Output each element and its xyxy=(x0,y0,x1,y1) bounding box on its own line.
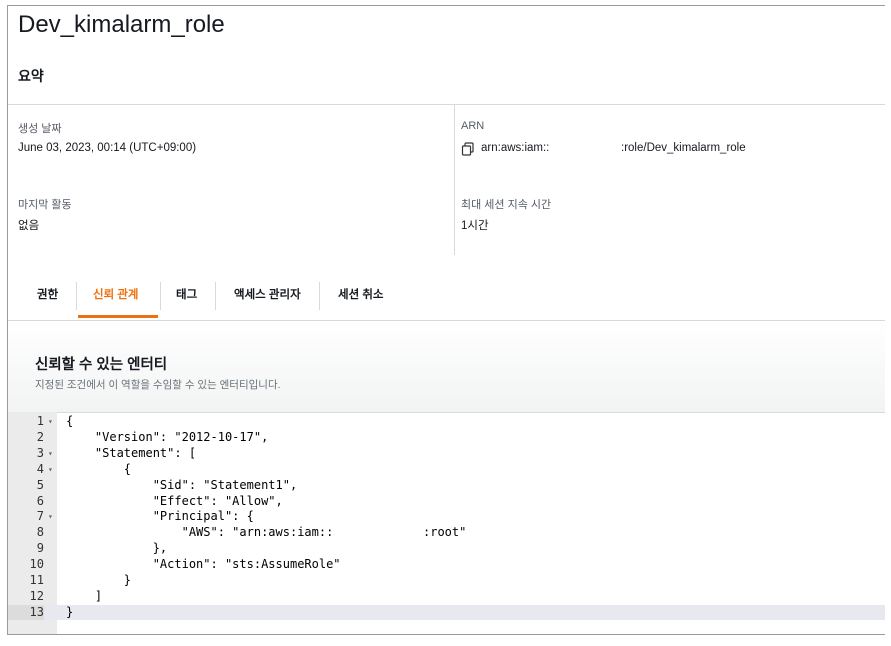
code-line[interactable]: 5 "Sid": "Statement1", xyxy=(8,478,885,493)
tab-separator xyxy=(319,282,320,310)
column-divider xyxy=(454,105,455,255)
tab-permissions[interactable]: 권한 xyxy=(37,286,58,302)
divider xyxy=(8,104,885,105)
line-number: 8 xyxy=(36,525,44,540)
line-number: 10 xyxy=(29,557,44,572)
arn-label: ARN xyxy=(461,120,485,132)
code-text: "Sid": "Statement1", xyxy=(66,477,298,492)
code-line[interactable]: 9 }, xyxy=(8,541,885,556)
copy-icon[interactable] xyxy=(461,142,475,156)
code-text: "Version": "2012-10-17", xyxy=(66,429,269,444)
last-activity-value: 없음 xyxy=(18,220,40,232)
trusted-entities-description: 지정된 조건에서 이 역할을 수임할 수 있는 엔터티입니다. xyxy=(35,379,281,391)
fold-toggle-icon[interactable]: ▾ xyxy=(48,462,53,477)
max-session-label: 최대 세션 지속 시간 xyxy=(461,199,552,211)
fold-toggle-icon[interactable]: ▾ xyxy=(48,446,53,461)
trusted-entities-title: 신뢰할 수 있는 엔터티 xyxy=(35,357,168,373)
code-line[interactable]: 7 ▾ "Principal": { xyxy=(8,509,885,524)
fold-toggle-icon[interactable]: ▾ xyxy=(48,509,53,524)
code-text: "AWS": "arn:aws:iam:: xyxy=(66,525,334,540)
code-line[interactable]: 13} xyxy=(8,604,885,620)
code-line[interactable]: 10 "Action": "sts:AssumeRole" xyxy=(8,557,885,572)
page-title: Dev_kimalarm_role xyxy=(18,11,225,38)
role-detail-panel: Dev_kimalarm_role 요약 생성 날짜 June 03, 2023… xyxy=(7,5,885,635)
code-text: { xyxy=(66,414,74,428)
last-activity-label: 마지막 활동 xyxy=(18,199,72,211)
code-line[interactable]: 6 "Effect": "Allow", xyxy=(8,494,885,509)
code-line[interactable]: 8 "AWS": "arn:aws:iam:::root" xyxy=(8,525,885,540)
line-number: 4 xyxy=(36,461,44,476)
tab-separator xyxy=(160,282,161,310)
line-number: 2 xyxy=(36,429,44,444)
code-line[interactable]: 3 ▾ "Statement": [ xyxy=(8,446,885,461)
code-text: "Principal": { xyxy=(66,509,254,524)
code-text: { xyxy=(66,461,132,476)
code-text: ] xyxy=(66,588,103,603)
tab-separator xyxy=(215,282,216,310)
code-text: "Effect": "Allow", xyxy=(66,493,283,508)
line-number: 7 xyxy=(36,509,44,524)
arn-value-suffix: :role/Dev_kimalarm_role xyxy=(621,142,746,154)
line-number: 11 xyxy=(29,573,44,587)
code-line[interactable]: 2 "Version": "2012-10-17", xyxy=(8,430,885,445)
code-line[interactable]: 4 ▾ { xyxy=(8,462,885,477)
tab-tags[interactable]: 태그 xyxy=(176,286,197,302)
code-line[interactable]: 11 } xyxy=(8,573,885,588)
line-number: 1 xyxy=(36,414,44,428)
tab-revoke-sessions[interactable]: 세션 취소 xyxy=(338,286,384,302)
line-number: 6 xyxy=(36,493,44,508)
line-number: 5 xyxy=(36,477,44,492)
line-number: 13 xyxy=(8,604,44,620)
line-number: 12 xyxy=(29,588,44,603)
summary-heading: 요약 xyxy=(18,68,44,84)
created-value: June 03, 2023, 00:14 (UTC+09:00) xyxy=(18,142,197,154)
code-text-tail: :root" xyxy=(423,525,467,540)
code-text: } xyxy=(66,573,132,587)
code-text: "Statement": [ xyxy=(66,445,197,460)
code-line[interactable]: 12 ] xyxy=(8,589,885,604)
max-session-value: 1시간 xyxy=(461,220,489,232)
code-text: }, xyxy=(66,541,168,556)
fold-toggle-icon[interactable]: ▾ xyxy=(48,414,53,429)
line-number: 3 xyxy=(36,445,44,460)
code-text: } xyxy=(66,604,74,619)
arn-value-prefix: arn:aws:iam:: xyxy=(481,142,550,154)
tab-separator xyxy=(76,282,77,310)
active-tab-underline xyxy=(78,315,158,318)
line-number: 9 xyxy=(36,541,44,556)
code-text: "Action": "sts:AssumeRole" xyxy=(66,557,341,572)
code-line[interactable]: 1 ▾ { xyxy=(8,414,885,429)
tab-access-advisor[interactable]: 액세스 관리자 xyxy=(234,286,301,302)
created-label: 생성 날짜 xyxy=(18,123,62,135)
tab-trust-relationships[interactable]: 신뢰 관계 xyxy=(93,286,139,302)
